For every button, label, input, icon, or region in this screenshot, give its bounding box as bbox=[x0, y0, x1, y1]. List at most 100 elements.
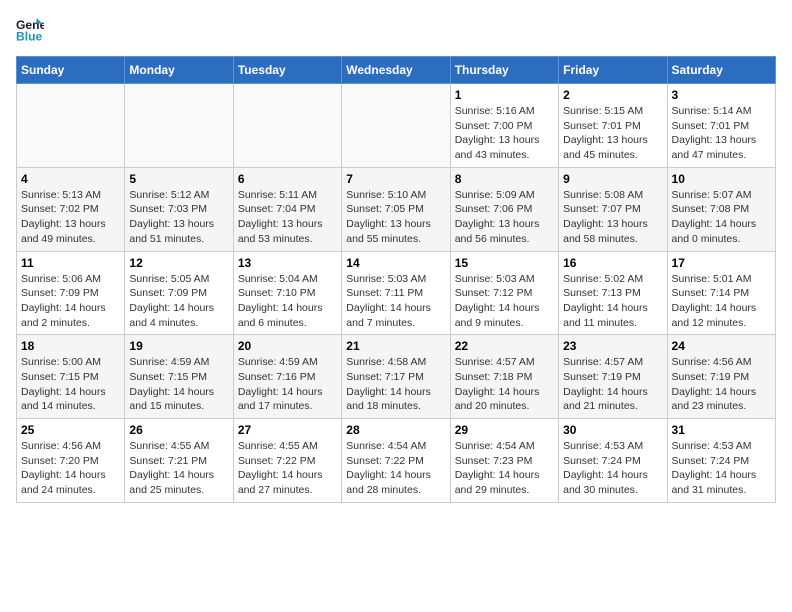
day-number: 29 bbox=[455, 423, 554, 437]
day-number: 7 bbox=[346, 172, 445, 186]
calendar-cell: 2 Sunrise: 5:15 AMSunset: 7:01 PMDaylight… bbox=[559, 84, 667, 168]
day-info: Sunrise: 5:13 AMSunset: 7:02 PMDaylight:… bbox=[21, 188, 120, 247]
day-number: 24 bbox=[672, 339, 771, 353]
calendar-cell: 17 Sunrise: 5:01 AMSunset: 7:14 PMDayligh… bbox=[667, 251, 775, 335]
svg-text:Blue: Blue bbox=[16, 29, 43, 43]
calendar-cell bbox=[342, 84, 450, 168]
day-number: 18 bbox=[21, 339, 120, 353]
calendar-cell: 1 Sunrise: 5:16 AMSunset: 7:00 PMDaylight… bbox=[450, 84, 558, 168]
day-number: 26 bbox=[129, 423, 228, 437]
calendar-cell: 12 Sunrise: 5:05 AMSunset: 7:09 PMDayligh… bbox=[125, 251, 233, 335]
calendar-cell: 6 Sunrise: 5:11 AMSunset: 7:04 PMDaylight… bbox=[233, 167, 341, 251]
header-wednesday: Wednesday bbox=[342, 57, 450, 84]
calendar-cell: 30Sunrise: 4:53 AMSunset: 7:24 PMDayligh… bbox=[559, 419, 667, 503]
day-info: Sunrise: 4:59 AMSunset: 7:16 PMDaylight:… bbox=[238, 355, 337, 414]
day-info: Sunrise: 4:59 AMSunset: 7:15 PMDaylight:… bbox=[129, 355, 228, 414]
calendar-cell: 29Sunrise: 4:54 AMSunset: 7:23 PMDayligh… bbox=[450, 419, 558, 503]
day-number: 10 bbox=[672, 172, 771, 186]
day-info: Sunrise: 5:09 AMSunset: 7:06 PMDaylight:… bbox=[455, 188, 554, 247]
day-info: Sunrise: 4:57 AMSunset: 7:19 PMDaylight:… bbox=[563, 355, 662, 414]
day-number: 3 bbox=[672, 88, 771, 102]
day-info: Sunrise: 5:11 AMSunset: 7:04 PMDaylight:… bbox=[238, 188, 337, 247]
calendar-cell bbox=[125, 84, 233, 168]
day-info: Sunrise: 5:03 AMSunset: 7:11 PMDaylight:… bbox=[346, 272, 445, 331]
day-number: 30 bbox=[563, 423, 662, 437]
header-tuesday: Tuesday bbox=[233, 57, 341, 84]
calendar-cell: 23Sunrise: 4:57 AMSunset: 7:19 PMDayligh… bbox=[559, 335, 667, 419]
calendar-cell bbox=[233, 84, 341, 168]
week-row: 25 Sunrise: 4:56 AMSunset: 7:20 PMDayligh… bbox=[17, 419, 776, 503]
week-row: 4 Sunrise: 5:13 AMSunset: 7:02 PMDaylight… bbox=[17, 167, 776, 251]
calendar-cell: 14Sunrise: 5:03 AMSunset: 7:11 PMDayligh… bbox=[342, 251, 450, 335]
day-info: Sunrise: 5:05 AMSunset: 7:09 PMDaylight:… bbox=[129, 272, 228, 331]
calendar-cell bbox=[17, 84, 125, 168]
calendar-cell: 3 Sunrise: 5:14 AMSunset: 7:01 PMDaylight… bbox=[667, 84, 775, 168]
day-info: Sunrise: 4:57 AMSunset: 7:18 PMDaylight:… bbox=[455, 355, 554, 414]
day-number: 31 bbox=[672, 423, 771, 437]
day-info: Sunrise: 5:04 AMSunset: 7:10 PMDaylight:… bbox=[238, 272, 337, 331]
day-number: 28 bbox=[346, 423, 445, 437]
calendar-cell: 31 Sunrise: 4:53 AMSunset: 7:24 PMDayligh… bbox=[667, 419, 775, 503]
calendar-cell: 7Sunrise: 5:10 AMSunset: 7:05 PMDaylight… bbox=[342, 167, 450, 251]
day-number: 4 bbox=[21, 172, 120, 186]
day-number: 5 bbox=[129, 172, 228, 186]
calendar-cell: 9Sunrise: 5:08 AMSunset: 7:07 PMDaylight… bbox=[559, 167, 667, 251]
day-number: 13 bbox=[238, 256, 337, 270]
calendar-cell: 11Sunrise: 5:06 AMSunset: 7:09 PMDayligh… bbox=[17, 251, 125, 335]
calendar-cell: 28 Sunrise: 4:54 AMSunset: 7:22 PMDayligh… bbox=[342, 419, 450, 503]
page-header: General Blue bbox=[16, 16, 776, 44]
logo: General Blue bbox=[16, 16, 48, 44]
day-number: 2 bbox=[563, 88, 662, 102]
calendar-cell: 16Sunrise: 5:02 AMSunset: 7:13 PMDayligh… bbox=[559, 251, 667, 335]
day-info: Sunrise: 5:15 AMSunset: 7:01 PMDaylight:… bbox=[563, 104, 662, 163]
day-info: Sunrise: 5:00 AMSunset: 7:15 PMDaylight:… bbox=[21, 355, 120, 414]
day-number: 1 bbox=[455, 88, 554, 102]
day-number: 9 bbox=[563, 172, 662, 186]
calendar-cell: 26 Sunrise: 4:55 AMSunset: 7:21 PMDayligh… bbox=[125, 419, 233, 503]
day-info: Sunrise: 5:07 AMSunset: 7:08 PMDaylight:… bbox=[672, 188, 771, 247]
day-info: Sunrise: 4:53 AMSunset: 7:24 PMDaylight:… bbox=[672, 439, 771, 498]
calendar-cell: 19 Sunrise: 4:59 AMSunset: 7:15 PMDayligh… bbox=[125, 335, 233, 419]
calendar-table: SundayMondayTuesdayWednesdayThursdayFrid… bbox=[16, 56, 776, 503]
header-saturday: Saturday bbox=[667, 57, 775, 84]
day-info: Sunrise: 5:03 AMSunset: 7:12 PMDaylight:… bbox=[455, 272, 554, 331]
day-number: 6 bbox=[238, 172, 337, 186]
day-number: 21 bbox=[346, 339, 445, 353]
calendar-cell: 27 Sunrise: 4:55 AMSunset: 7:22 PMDayligh… bbox=[233, 419, 341, 503]
day-info: Sunrise: 4:55 AMSunset: 7:22 PMDaylight:… bbox=[238, 439, 337, 498]
day-number: 8 bbox=[455, 172, 554, 186]
header-friday: Friday bbox=[559, 57, 667, 84]
day-info: Sunrise: 5:12 AMSunset: 7:03 PMDaylight:… bbox=[129, 188, 228, 247]
calendar-cell: 22 Sunrise: 4:57 AMSunset: 7:18 PMDayligh… bbox=[450, 335, 558, 419]
day-info: Sunrise: 4:54 AMSunset: 7:22 PMDaylight:… bbox=[346, 439, 445, 498]
day-info: Sunrise: 5:14 AMSunset: 7:01 PMDaylight:… bbox=[672, 104, 771, 163]
day-number: 12 bbox=[129, 256, 228, 270]
week-row: 11Sunrise: 5:06 AMSunset: 7:09 PMDayligh… bbox=[17, 251, 776, 335]
header-row: SundayMondayTuesdayWednesdayThursdayFrid… bbox=[17, 57, 776, 84]
day-info: Sunrise: 4:56 AMSunset: 7:19 PMDaylight:… bbox=[672, 355, 771, 414]
header-monday: Monday bbox=[125, 57, 233, 84]
day-number: 17 bbox=[672, 256, 771, 270]
calendar-cell: 8 Sunrise: 5:09 AMSunset: 7:06 PMDaylight… bbox=[450, 167, 558, 251]
calendar-cell: 25 Sunrise: 4:56 AMSunset: 7:20 PMDayligh… bbox=[17, 419, 125, 503]
day-number: 25 bbox=[21, 423, 120, 437]
calendar-cell: 4 Sunrise: 5:13 AMSunset: 7:02 PMDaylight… bbox=[17, 167, 125, 251]
day-number: 19 bbox=[129, 339, 228, 353]
week-row: 18 Sunrise: 5:00 AMSunset: 7:15 PMDayligh… bbox=[17, 335, 776, 419]
week-row: 1 Sunrise: 5:16 AMSunset: 7:00 PMDaylight… bbox=[17, 84, 776, 168]
header-sunday: Sunday bbox=[17, 57, 125, 84]
header-thursday: Thursday bbox=[450, 57, 558, 84]
logo-icon: General Blue bbox=[16, 16, 44, 44]
day-number: 27 bbox=[238, 423, 337, 437]
day-info: Sunrise: 4:56 AMSunset: 7:20 PMDaylight:… bbox=[21, 439, 120, 498]
calendar-cell: 20Sunrise: 4:59 AMSunset: 7:16 PMDayligh… bbox=[233, 335, 341, 419]
day-info: Sunrise: 4:55 AMSunset: 7:21 PMDaylight:… bbox=[129, 439, 228, 498]
calendar-cell: 10 Sunrise: 5:07 AMSunset: 7:08 PMDayligh… bbox=[667, 167, 775, 251]
day-number: 22 bbox=[455, 339, 554, 353]
calendar-cell: 15Sunrise: 5:03 AMSunset: 7:12 PMDayligh… bbox=[450, 251, 558, 335]
day-info: Sunrise: 5:01 AMSunset: 7:14 PMDaylight:… bbox=[672, 272, 771, 331]
day-info: Sunrise: 5:16 AMSunset: 7:00 PMDaylight:… bbox=[455, 104, 554, 163]
day-info: Sunrise: 5:02 AMSunset: 7:13 PMDaylight:… bbox=[563, 272, 662, 331]
calendar-cell: 18 Sunrise: 5:00 AMSunset: 7:15 PMDayligh… bbox=[17, 335, 125, 419]
day-info: Sunrise: 4:58 AMSunset: 7:17 PMDaylight:… bbox=[346, 355, 445, 414]
